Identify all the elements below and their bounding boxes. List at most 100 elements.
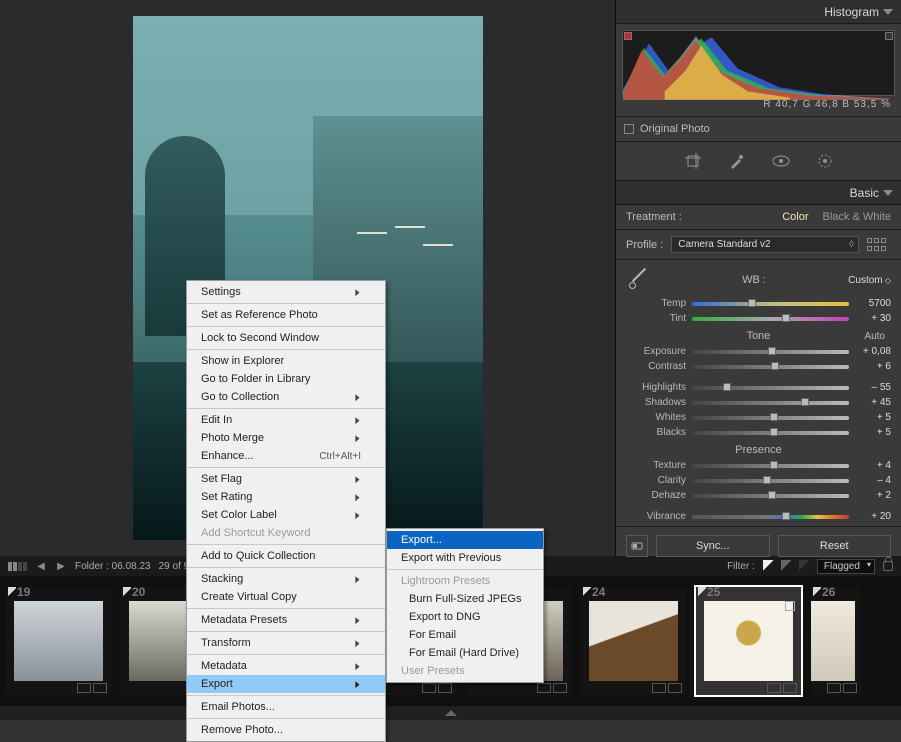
slider-knob[interactable] <box>782 314 790 322</box>
flag-unflagged-icon[interactable] <box>781 560 791 572</box>
slider-knob[interactable] <box>770 428 778 436</box>
menu-item[interactable]: Enhance...Ctrl+Alt+I <box>187 447 385 465</box>
sync-button[interactable]: Sync... <box>656 535 770 557</box>
slider-value[interactable]: + 30 <box>855 313 891 324</box>
slider-knob[interactable] <box>763 476 771 484</box>
histogram-header[interactable]: Histogram <box>616 0 901 24</box>
redeye-tool-icon[interactable] <box>770 150 792 172</box>
slider-clarity[interactable]: Clarity– 4 <box>616 473 901 488</box>
menu-item[interactable]: Set Rating▶ <box>187 488 385 506</box>
filter-dropdown[interactable]: Flagged <box>817 559 875 574</box>
menu-item[interactable]: Set Flag▶ <box>187 470 385 488</box>
slider-texture[interactable]: Texture+ 4 <box>616 458 901 473</box>
flag-rejected-icon[interactable] <box>799 560 809 572</box>
folder-path[interactable]: Folder : 06.08.23 <box>75 561 151 572</box>
slider-tint[interactable]: Tint+ 30 <box>616 311 901 326</box>
nav-back-icon[interactable]: ◀ <box>35 560 47 572</box>
slider-track[interactable] <box>692 401 849 405</box>
toggle-switch-icon[interactable] <box>626 535 648 557</box>
histogram[interactable] <box>622 30 895 96</box>
reset-button[interactable]: Reset <box>778 535 892 557</box>
menu-item[interactable]: Set as Reference Photo <box>187 306 385 324</box>
slider-value[interactable]: + 20 <box>855 511 891 522</box>
slider-contrast[interactable]: Contrast+ 6 <box>616 359 901 374</box>
slider-track[interactable] <box>692 365 849 369</box>
treatment-color[interactable]: Color <box>782 211 808 223</box>
slider-track[interactable] <box>692 431 849 435</box>
slider-value[interactable]: + 45 <box>855 397 891 408</box>
thumbnail[interactable]: 25 <box>696 587 801 695</box>
menu-item[interactable]: Export... <box>387 531 543 549</box>
slider-highlights[interactable]: Highlights– 55 <box>616 380 901 395</box>
menu-item[interactable]: Go to Folder in Library <box>187 370 385 388</box>
slider-shadows[interactable]: Shadows+ 45 <box>616 395 901 410</box>
slider-value[interactable]: – 4 <box>855 475 891 486</box>
slider-blacks[interactable]: Blacks+ 5 <box>616 425 901 440</box>
menu-item[interactable]: Burn Full-Sized JPEGs <box>387 590 543 608</box>
original-photo-checkbox[interactable] <box>624 124 634 134</box>
profile-dropdown[interactable]: Camera Standard v2 <box>671 236 859 253</box>
menu-item[interactable]: Add to Quick Collection <box>187 547 385 565</box>
slider-knob[interactable] <box>723 383 731 391</box>
slider-value[interactable]: – 55 <box>855 382 891 393</box>
slider-value[interactable]: + 6 <box>855 361 891 372</box>
slider-knob[interactable] <box>768 491 776 499</box>
menu-item[interactable]: Export▶ <box>187 675 385 693</box>
menu-item[interactable]: Metadata Presets▶ <box>187 611 385 629</box>
slider-value[interactable]: + 0,08 <box>855 346 891 357</box>
slider-track[interactable] <box>692 494 849 498</box>
basic-header[interactable]: Basic <box>616 181 901 205</box>
nav-fwd-icon[interactable]: ▶ <box>55 560 67 572</box>
slider-knob[interactable] <box>770 461 778 469</box>
thumbnail[interactable]: 26 <box>811 587 861 695</box>
slider-track[interactable] <box>692 386 849 390</box>
treatment-bw[interactable]: Black & White <box>823 211 891 223</box>
slider-knob[interactable] <box>801 398 809 406</box>
menu-item[interactable]: Export with Previous <box>387 549 543 567</box>
radial-tool-icon[interactable] <box>814 150 836 172</box>
menu-item[interactable]: For Email <box>387 626 543 644</box>
slider-track[interactable] <box>692 416 849 420</box>
slider-value[interactable]: + 4 <box>855 460 891 471</box>
menu-item[interactable]: Edit In▶ <box>187 411 385 429</box>
slider-track[interactable] <box>692 515 849 519</box>
slider-temp[interactable]: Temp5700 <box>616 296 901 311</box>
slider-vibrance[interactable]: Vibrance+ 20 <box>616 509 901 524</box>
slider-whites[interactable]: Whites+ 5 <box>616 410 901 425</box>
menu-item[interactable]: Go to Collection▶ <box>187 388 385 406</box>
slider-track[interactable] <box>692 317 849 321</box>
crop-tool-icon[interactable] <box>682 150 704 172</box>
slider-track[interactable] <box>692 350 849 354</box>
menu-item[interactable]: Set Color Label▶ <box>187 506 385 524</box>
export-submenu[interactable]: Export...Export with PreviousLightroom P… <box>386 528 544 683</box>
brush-tool-icon[interactable] <box>726 150 748 172</box>
menu-item[interactable]: For Email (Hard Drive) <box>387 644 543 662</box>
wb-dropdown[interactable]: Custom <box>848 275 891 286</box>
slider-value[interactable]: 5700 <box>855 298 891 309</box>
slider-value[interactable]: + 5 <box>855 427 891 438</box>
flag-picked-icon[interactable] <box>763 560 773 572</box>
menu-item[interactable]: Lock to Second Window <box>187 329 385 347</box>
menu-item[interactable]: Photo Merge▶ <box>187 429 385 447</box>
slider-knob[interactable] <box>771 362 779 370</box>
menu-item[interactable]: Settings▶ <box>187 283 385 301</box>
slider-knob[interactable] <box>768 347 776 355</box>
thumbnail[interactable]: 19 <box>6 587 111 695</box>
slider-knob[interactable] <box>770 413 778 421</box>
slider-track[interactable] <box>692 479 849 483</box>
menu-item[interactable]: Show in Explorer <box>187 352 385 370</box>
slider-knob[interactable] <box>748 299 756 307</box>
grid-view-icon[interactable] <box>8 562 27 571</box>
menu-item[interactable]: Transform▶ <box>187 634 385 652</box>
menu-item[interactable]: Create Virtual Copy <box>187 588 385 606</box>
slider-track[interactable] <box>692 302 849 306</box>
filter-lock-icon[interactable] <box>883 561 893 571</box>
bottom-toggle-bar[interactable] <box>0 706 901 720</box>
menu-item[interactable]: Metadata▶ <box>187 657 385 675</box>
menu-item[interactable]: Export to DNG <box>387 608 543 626</box>
menu-item[interactable]: Remove Photo... <box>187 721 385 739</box>
slider-value[interactable]: + 2 <box>855 490 891 501</box>
context-menu[interactable]: Settings▶ Set as Reference Photo Lock to S… <box>186 280 386 742</box>
slider-value[interactable]: + 5 <box>855 412 891 423</box>
profile-browser-icon[interactable] <box>867 238 891 252</box>
